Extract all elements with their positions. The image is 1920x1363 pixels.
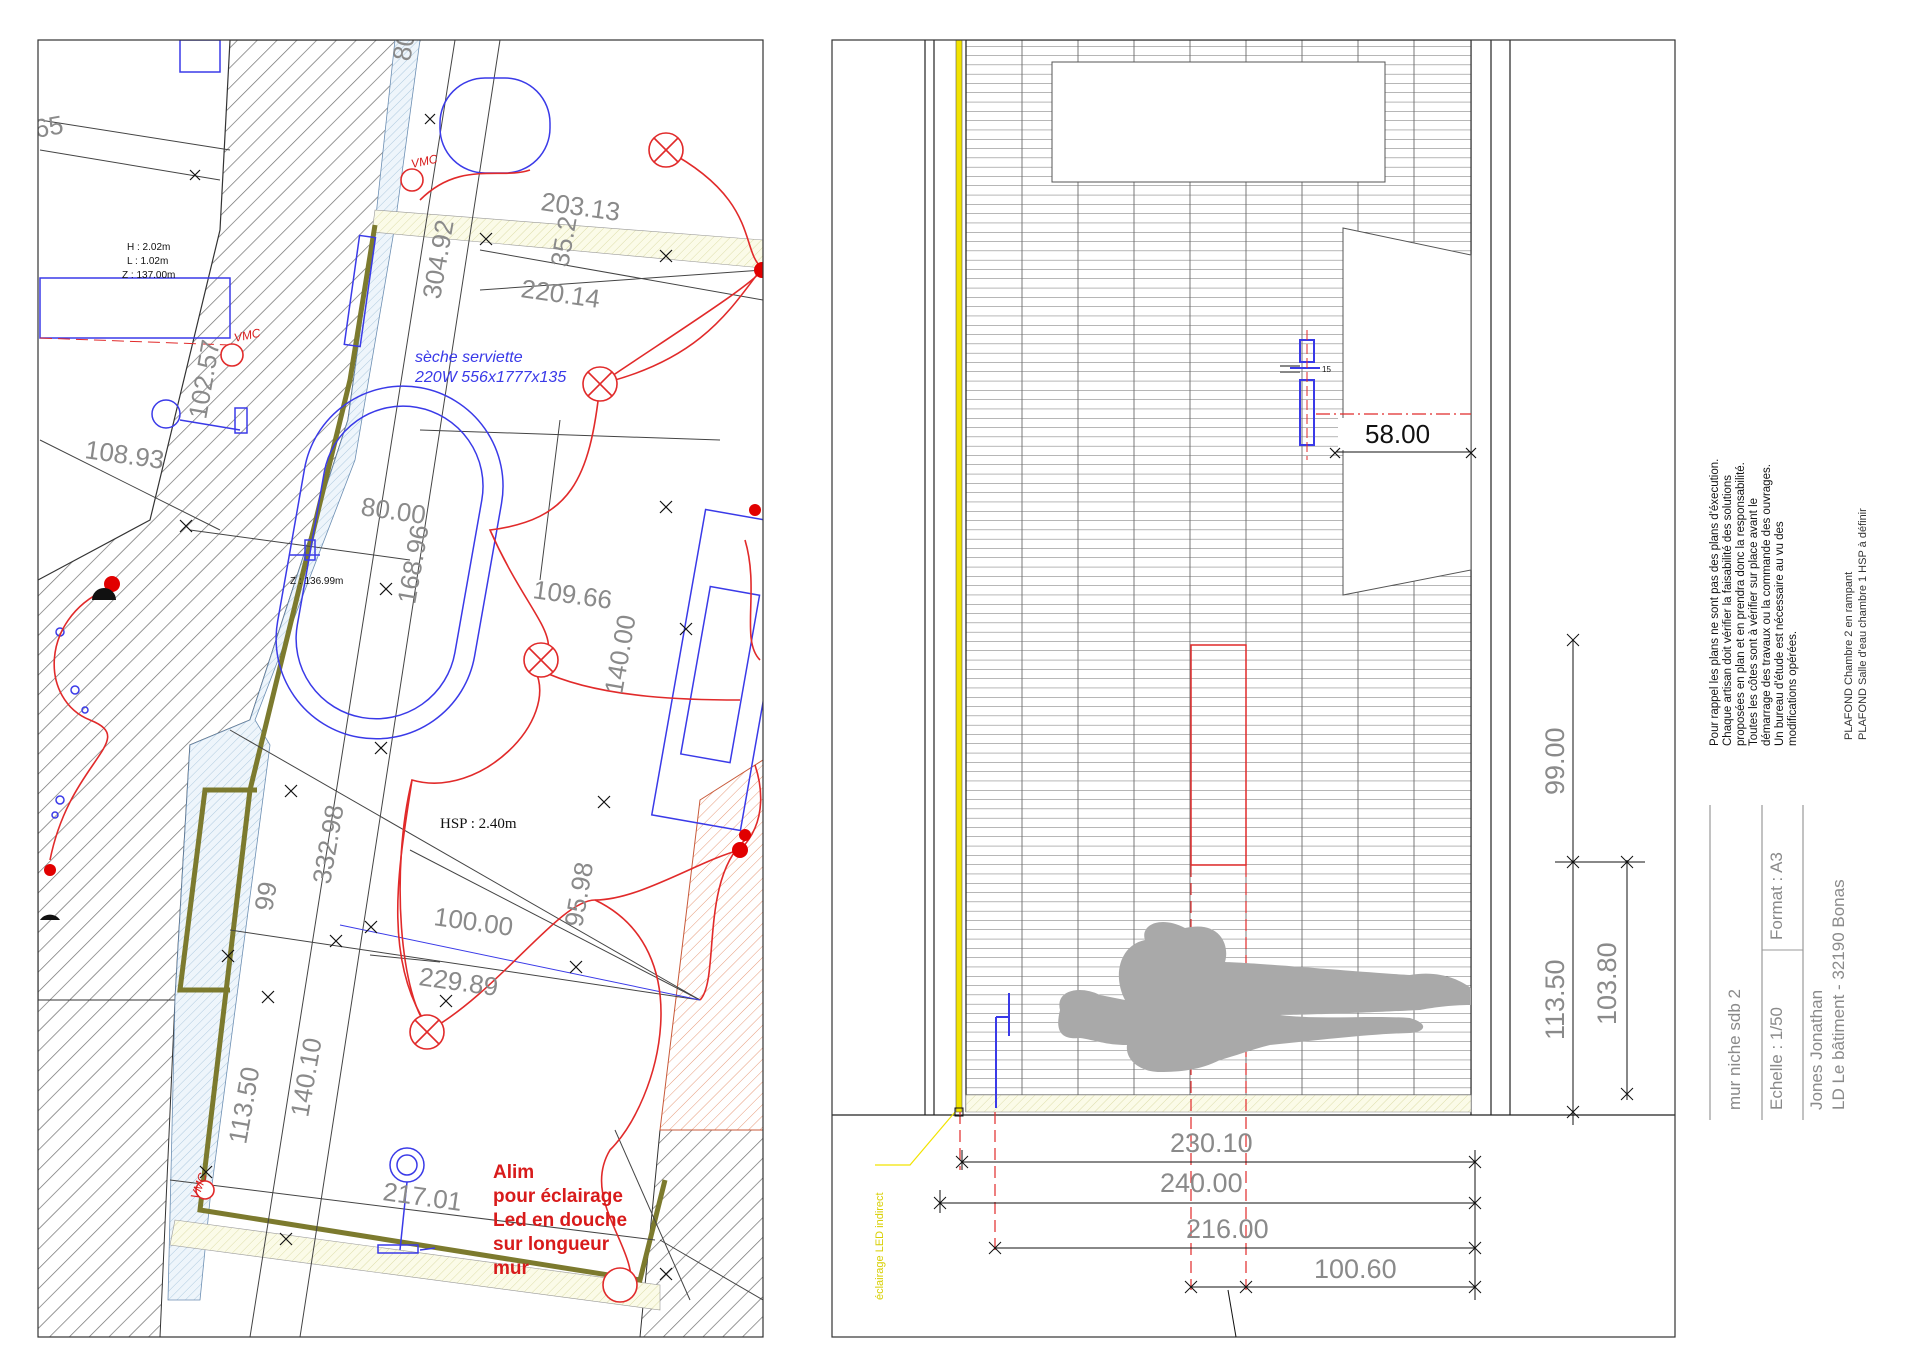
floor-plan: H : 2.02m L : 1.02m Z : 137.00m Z : 136.… [32, 29, 763, 1337]
hsp-label: HSP : 2.40m [440, 816, 517, 832]
ceiling-light-icon [409, 1014, 445, 1050]
led-note-line: Alim [493, 1162, 534, 1183]
dim-240-00: 240.00 [1160, 1168, 1243, 1198]
ceiling-light-icon [648, 132, 684, 168]
disclaimer-notes: Pour rappel les plans ne sont pas des pl… [1709, 459, 1799, 746]
led-note-line: Led en douche [493, 1210, 627, 1231]
note-line: proposées en plan et en prendra donc la … [1735, 462, 1747, 746]
ceiling-light-icon [523, 642, 559, 678]
ceiling-light-icon [582, 366, 618, 402]
led-note-line: sur longueur [493, 1234, 610, 1255]
client-name: Jones Jonathan [1807, 990, 1826, 1110]
height-note-z: Z : 137.00m [122, 270, 175, 281]
led-indirect-label: éclairage LED indirect [874, 1192, 886, 1300]
height-note-l: L : 1.02m [127, 256, 168, 267]
dim-58: 58.00 [1365, 419, 1430, 449]
wall-hatch-lower [38, 999, 176, 1337]
ceiling-light-icon [602, 1267, 638, 1303]
dim-216-00: 216.00 [1186, 1214, 1269, 1244]
z-tub-note: Z : 136.99m [290, 576, 343, 587]
drawing-sheet: H : 2.02m L : 1.02m Z : 137.00m Z : 136.… [32, 29, 1869, 1338]
note-line: Chaque artisan doit vérifier la faisabil… [1722, 475, 1734, 746]
towel-dryer-line1: sèche serviette [415, 349, 523, 366]
vmc-vent-icon [400, 168, 424, 192]
note-line: modifications opérées. [1787, 631, 1799, 746]
title-block: mur niche sdb 2 Echelle : 1/50 Format : … [1709, 805, 1848, 1120]
dim-113-50: 113.50 [1540, 959, 1570, 1040]
ceiling-note: PLAFOND Chambre 2 en rampant [1843, 572, 1855, 740]
dim-label: 99 [248, 879, 283, 913]
led-note-line: pour éclairage [493, 1186, 623, 1207]
ceiling-note: PLAFOND Salle d'eau chambre 1 HSP à défi… [1857, 508, 1869, 740]
window-opening [1051, 61, 1386, 183]
dim-label: 65 [32, 109, 66, 144]
note-line: Pour rappel les plans ne sont pas des pl… [1709, 459, 1721, 746]
led-strip [955, 40, 963, 1113]
dim-103-80: 103.80 [1592, 942, 1622, 1025]
ceiling-notes: PLAFOND Chambre 2 en rampant PLAFOND Sal… [1843, 508, 1869, 740]
wall-elevation: 15 58.00 [832, 40, 1675, 1337]
dim-100-60: 100.60 [1314, 1254, 1397, 1284]
note-line: Un bureau d'étude est nécessaire au vu d… [1774, 521, 1786, 746]
dim-230-10: 230.10 [1170, 1128, 1253, 1158]
towel-dryer-line2: 220W 556x1777x135 [414, 369, 566, 386]
note-line: Toutes les côtes sont à vérifier sur pla… [1748, 498, 1760, 746]
led-note-line: mur [493, 1258, 530, 1279]
client-address: LD Le bâtiment - 32190 Bonas [1829, 879, 1848, 1110]
dim-label: 80 [386, 29, 421, 63]
note-line: démarrage des travaux ou la commande des… [1761, 464, 1773, 746]
floor-band [965, 1094, 1472, 1113]
drawing-scale: Echelle : 1/50 [1767, 1007, 1786, 1110]
height-note-h: H : 2.02m [127, 242, 170, 253]
drawing-title: mur niche sdb 2 [1725, 989, 1744, 1110]
door-opening [1342, 227, 1472, 596]
dim-99-00: 99.00 [1540, 727, 1570, 795]
drawing-format: Format : A3 [1767, 852, 1786, 940]
dim-15: 15 [1322, 365, 1331, 374]
